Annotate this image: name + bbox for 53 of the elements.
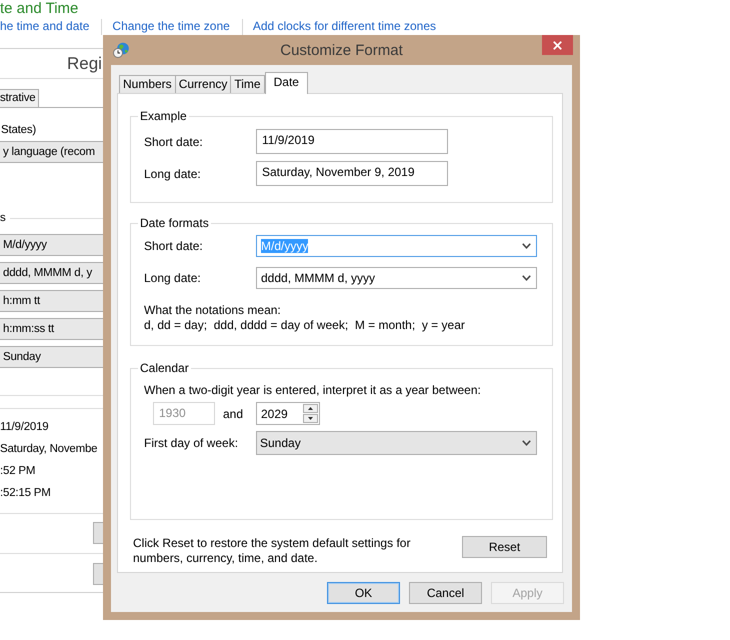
dialog-button[interactable]: OK bbox=[327, 582, 400, 604]
close-button[interactable] bbox=[542, 35, 573, 55]
field-label: Short date: bbox=[144, 134, 204, 148]
window-title: Regi bbox=[67, 54, 102, 73]
spin-down-button[interactable] bbox=[303, 414, 318, 423]
field-label: Long date: bbox=[144, 271, 202, 285]
example-text: :52 PM bbox=[0, 465, 36, 477]
and-label: and bbox=[223, 406, 244, 420]
field-label: Long date: bbox=[144, 166, 202, 180]
spin-up-button[interactable] bbox=[303, 404, 318, 413]
format-dropdown[interactable]: dddd, MMMM d, y bbox=[0, 262, 103, 284]
format-label: States) bbox=[1, 124, 36, 136]
notation-help-title: What the notations mean: bbox=[144, 303, 282, 318]
notation-help-text: d, dd = day; ddd, dddd = day of week; M = month; y = year bbox=[144, 318, 466, 333]
chevron-down-icon bbox=[522, 440, 531, 446]
link[interactable]: he time and date bbox=[0, 19, 90, 34]
reset-button[interactable]: Reset bbox=[462, 536, 547, 558]
dialog-button[interactable]: Cancel bbox=[409, 582, 482, 604]
example-field: 11/9/2019 bbox=[256, 129, 448, 154]
year-range-label: When a two-digit year is entered, interpret it as a year between: bbox=[144, 383, 482, 398]
globe-clock-icon bbox=[113, 42, 129, 58]
link[interactable]: Add clocks for different time zones bbox=[252, 19, 436, 34]
field-label: First day of week: bbox=[144, 436, 240, 450]
close-icon bbox=[553, 40, 562, 50]
example-text: 11/9/2019 bbox=[0, 421, 49, 433]
group-title: Example bbox=[138, 109, 189, 124]
tab[interactable]: strative bbox=[0, 89, 40, 107]
language-dropdown[interactable]: y language (recom bbox=[0, 141, 103, 163]
tab[interactable]: Date bbox=[264, 72, 308, 94]
format-dropdown[interactable]: h:mm:ss tt bbox=[0, 318, 103, 340]
example-text: :52:15 PM bbox=[0, 487, 51, 499]
example-text: Saturday, Novembe bbox=[0, 443, 98, 455]
tab[interactable]: Numbers bbox=[119, 75, 176, 93]
link[interactable]: Change the time zone bbox=[112, 19, 230, 34]
first-day-dropdown[interactable]: Sunday bbox=[256, 431, 537, 455]
year-spin-field[interactable]: 2029 bbox=[256, 402, 320, 425]
field-label: Short date: bbox=[144, 239, 204, 253]
format-dropdown[interactable]: h:mm tt bbox=[0, 290, 103, 312]
format-dropdown[interactable]: Sunday bbox=[0, 346, 103, 368]
section-label: s bbox=[0, 211, 6, 226]
chevron-down-icon bbox=[522, 275, 531, 281]
year-field: 1930 bbox=[153, 402, 215, 425]
page-title: te and Time bbox=[0, 0, 78, 18]
tab[interactable]: Time bbox=[230, 75, 265, 93]
format-combo[interactable]: dddd, MMMM d, yyyy bbox=[256, 267, 537, 289]
format-dropdown[interactable]: M/d/yyyy bbox=[0, 234, 103, 256]
dialog-title: Customize Format bbox=[280, 42, 403, 58]
triangle-down-icon bbox=[308, 417, 313, 420]
example-field: Saturday, November 9, 2019 bbox=[256, 161, 448, 186]
tab[interactable]: Currency bbox=[174, 75, 232, 93]
reset-note: Click Reset to restore the system default settings for numbers, currency, time, and date. bbox=[133, 536, 412, 566]
triangle-up-icon bbox=[308, 407, 313, 410]
chevron-down-icon bbox=[522, 243, 531, 249]
